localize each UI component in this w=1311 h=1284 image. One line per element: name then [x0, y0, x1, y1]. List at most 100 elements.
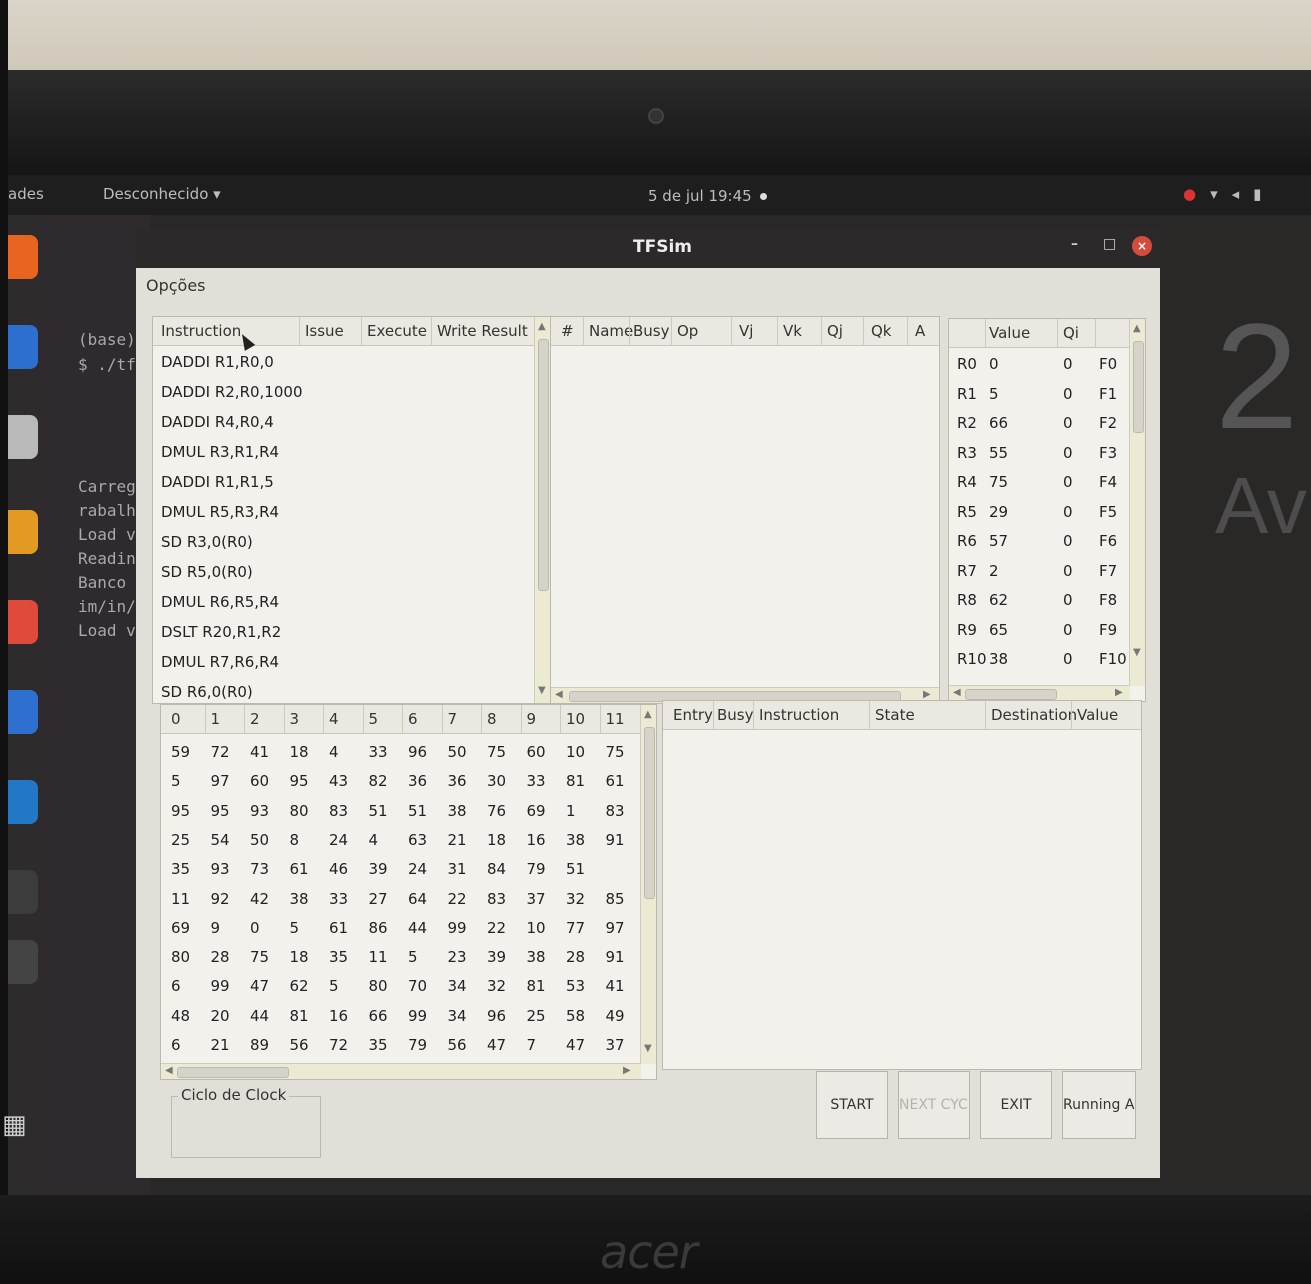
- close-button[interactable]: ×: [1132, 236, 1152, 256]
- laptop-bezel-top: [0, 70, 1311, 180]
- instruction-row[interactable]: DMUL R7,R6,R4: [161, 653, 279, 671]
- column-header[interactable]: 0: [171, 710, 181, 728]
- scroll-thumb[interactable]: [1133, 341, 1144, 433]
- column-header[interactable]: 6: [408, 710, 418, 728]
- vertical-scrollbar[interactable]: ▲ ▼: [640, 705, 656, 1064]
- scroll-right-icon[interactable]: ▶: [923, 689, 931, 700]
- exit-button[interactable]: EXIT: [980, 1071, 1052, 1139]
- terminal-icon[interactable]: [8, 870, 38, 914]
- reservation-station-table: # Name Busy Op Vj Vk Qj Qk A ◀ ▶: [550, 316, 940, 704]
- rhythmbox-icon[interactable]: [8, 510, 38, 554]
- register-cell-qi: 0: [1063, 561, 1073, 580]
- column-header[interactable]: 3: [290, 710, 300, 728]
- scroll-down-icon[interactable]: ▼: [1133, 647, 1141, 658]
- column-header[interactable]: Name: [589, 322, 633, 340]
- column-header[interactable]: Vk: [783, 322, 802, 340]
- scroll-thumb[interactable]: [177, 1067, 289, 1078]
- register-cell-f: F7: [1099, 561, 1118, 580]
- scroll-left-icon[interactable]: ◀: [953, 687, 961, 698]
- column-header[interactable]: Vj: [739, 322, 753, 340]
- system-tray[interactable]: ●▾◂▮: [1183, 185, 1275, 203]
- column-header[interactable]: Busy: [717, 706, 754, 724]
- scroll-thumb[interactable]: [538, 339, 549, 591]
- column-header[interactable]: 5: [369, 710, 379, 728]
- column-header[interactable]: State: [875, 706, 915, 724]
- app-menu[interactable]: Desconhecido ▾: [103, 185, 221, 203]
- instruction-row[interactable]: DADDI R4,R0,4: [161, 413, 274, 431]
- instruction-row[interactable]: SD R3,0(R0): [161, 533, 253, 551]
- memory-cell: 95: [171, 801, 191, 820]
- column-header[interactable]: #: [561, 322, 574, 340]
- instruction-row[interactable]: DMUL R3,R1,R4: [161, 443, 279, 461]
- horizontal-scrollbar[interactable]: ◀ ▶: [949, 685, 1130, 701]
- memory-cell: 83: [329, 801, 349, 820]
- instruction-row[interactable]: DADDI R1,R1,5: [161, 473, 274, 491]
- column-header[interactable]: Execute: [367, 322, 427, 340]
- column-header[interactable]: Value: [1077, 706, 1118, 724]
- window-title-bar[interactable]: TFSim – □ ×: [136, 228, 1160, 268]
- instruction-row[interactable]: DMUL R6,R5,R4: [161, 593, 279, 611]
- column-header[interactable]: 2: [250, 710, 260, 728]
- instruction-row[interactable]: DADDI R1,R0,0: [161, 353, 274, 371]
- column-header[interactable]: Value: [989, 324, 1030, 342]
- maximize-button[interactable]: □: [1103, 236, 1116, 252]
- scroll-up-icon[interactable]: ▲: [644, 709, 652, 720]
- running-all-button[interactable]: Running All: [1062, 1071, 1136, 1139]
- instruction-row[interactable]: SD R6,0(R0): [161, 683, 253, 701]
- horizontal-scrollbar[interactable]: ◀ ▶: [161, 1063, 641, 1079]
- scroll-left-icon[interactable]: ◀: [555, 689, 563, 700]
- scroll-up-icon[interactable]: ▲: [538, 321, 546, 332]
- software-center-icon[interactable]: [8, 600, 38, 644]
- column-header[interactable]: Destination: [991, 706, 1077, 724]
- memory-cell: 95: [289, 772, 309, 791]
- scroll-right-icon[interactable]: ▶: [623, 1065, 631, 1076]
- scroll-left-icon[interactable]: ◀: [165, 1065, 173, 1076]
- instruction-row[interactable]: DADDI R2,R0,1000: [161, 383, 302, 401]
- clock-button[interactable]: 5 de jul 19:45: [648, 187, 767, 205]
- thunderbird-icon[interactable]: [8, 325, 38, 369]
- column-header[interactable]: Entry: [673, 706, 713, 724]
- column-header[interactable]: 9: [527, 710, 537, 728]
- column-header[interactable]: Op: [677, 322, 698, 340]
- dock-item-blank[interactable]: [8, 940, 38, 984]
- column-header[interactable]: 10: [566, 710, 585, 728]
- next-cycle-button[interactable]: NEXT CYCLE: [898, 1071, 970, 1139]
- minimize-button[interactable]: –: [1071, 236, 1078, 252]
- column-header[interactable]: 1: [211, 710, 221, 728]
- column-header[interactable]: Qk: [871, 322, 892, 340]
- column-header[interactable]: Issue: [305, 322, 344, 340]
- files-icon[interactable]: [8, 415, 38, 459]
- column-header[interactable]: 7: [448, 710, 458, 728]
- activities-button[interactable]: ades: [8, 185, 44, 203]
- column-header[interactable]: Write Result: [437, 322, 528, 340]
- column-header[interactable]: Qj: [827, 322, 843, 340]
- scroll-down-icon[interactable]: ▼: [538, 685, 546, 696]
- instruction-row[interactable]: DMUL R5,R3,R4: [161, 503, 279, 521]
- column-header[interactable]: Busy: [633, 322, 670, 340]
- column-header[interactable]: Qi: [1063, 324, 1079, 342]
- menu-opcoes[interactable]: Opções: [146, 276, 206, 295]
- scroll-thumb[interactable]: [644, 727, 655, 899]
- firefox-icon[interactable]: [8, 235, 38, 279]
- vertical-scrollbar[interactable]: ▲ ▼: [1129, 319, 1145, 686]
- column-header[interactable]: A: [915, 322, 925, 340]
- help-icon[interactable]: [8, 690, 38, 734]
- column-header[interactable]: Instruction: [759, 706, 839, 724]
- scroll-up-icon[interactable]: ▲: [1133, 323, 1141, 334]
- column-header[interactable]: Instruction: [161, 322, 241, 340]
- instruction-row[interactable]: SD R5,0(R0): [161, 563, 253, 581]
- column-header[interactable]: 8: [487, 710, 497, 728]
- vertical-scrollbar[interactable]: ▲ ▼: [534, 317, 550, 703]
- column-header[interactable]: 11: [606, 710, 625, 728]
- memory-cell: 91: [605, 830, 625, 849]
- start-button[interactable]: START: [816, 1071, 888, 1139]
- scroll-thumb[interactable]: [965, 689, 1057, 700]
- instruction-table: Instruction Issue Execute Write Result D…: [152, 316, 551, 704]
- scroll-down-icon[interactable]: ▼: [644, 1043, 652, 1054]
- vscode-icon[interactable]: [8, 780, 38, 824]
- column-header[interactable]: 4: [329, 710, 339, 728]
- instruction-row[interactable]: DSLT R20,R1,R2: [161, 623, 281, 641]
- show-applications-icon[interactable]: ▦: [2, 1110, 27, 1140]
- scroll-right-icon[interactable]: ▶: [1115, 687, 1123, 698]
- memory-cell: 35: [329, 948, 349, 967]
